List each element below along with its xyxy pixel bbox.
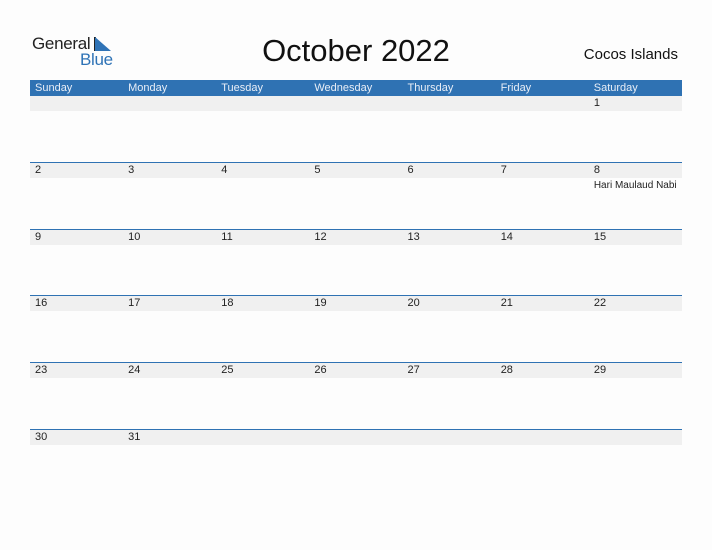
day-number: 16 xyxy=(35,297,48,309)
day-cell[interactable]: 24 xyxy=(123,363,216,428)
day-number: 14 xyxy=(500,231,513,243)
day-cell[interactable]: 8 Hari Maulaud Nabi xyxy=(589,163,682,228)
holiday-label: Hari Maulaud Nabi xyxy=(593,180,677,191)
day-cell[interactable]: 14 xyxy=(496,230,589,295)
day-number: 12 xyxy=(314,231,327,243)
day-number: 26 xyxy=(314,364,327,376)
day-number: 8 xyxy=(593,164,600,176)
day-cell[interactable]: 2 xyxy=(30,163,123,228)
day-number: 24 xyxy=(128,364,141,376)
week-row: 23 24 25 26 27 28 29 xyxy=(30,362,682,428)
day-number: 21 xyxy=(500,297,513,309)
day-number: 29 xyxy=(593,364,607,376)
day-cell xyxy=(403,430,496,495)
weekday-thursday: Thursday xyxy=(407,82,454,94)
day-cell[interactable]: 20 xyxy=(403,296,496,361)
day-cell xyxy=(123,96,216,161)
day-cell[interactable]: 27 xyxy=(403,363,496,428)
day-number: 19 xyxy=(314,297,327,309)
day-cell xyxy=(30,96,123,161)
week-row: 9 10 11 12 13 14 15 xyxy=(30,229,682,295)
day-number: 20 xyxy=(407,297,420,309)
day-number: 23 xyxy=(35,364,48,376)
day-number: 2 xyxy=(35,164,42,176)
day-number: 15 xyxy=(593,231,607,243)
day-number: 11 xyxy=(221,231,233,243)
weekday-friday: Friday xyxy=(500,82,532,94)
day-number: 6 xyxy=(407,164,414,176)
day-cell xyxy=(216,430,309,495)
week-row: 1 xyxy=(30,95,682,161)
day-number: 13 xyxy=(407,231,420,243)
day-number: 27 xyxy=(407,364,420,376)
weekday-header: Sunday Monday Tuesday Wednesday Thursday… xyxy=(30,80,682,96)
day-cell[interactable]: 30 xyxy=(30,430,123,495)
week-row: 2 3 4 5 6 7 8 Hari Maulaud Nabi xyxy=(30,162,682,228)
day-number: 5 xyxy=(314,164,321,176)
day-cell[interactable]: 26 xyxy=(309,363,402,428)
day-cell[interactable]: 5 xyxy=(309,163,402,228)
day-cell[interactable]: 22 xyxy=(589,296,682,361)
day-cell[interactable]: 1 xyxy=(589,96,682,161)
day-number: 7 xyxy=(500,164,507,176)
day-cell[interactable]: 13 xyxy=(403,230,496,295)
weekday-tuesday: Tuesday xyxy=(221,82,264,94)
day-cell xyxy=(309,96,402,161)
day-number: 17 xyxy=(128,297,141,309)
day-cell[interactable]: 7 xyxy=(496,163,589,228)
day-number: 28 xyxy=(500,364,513,376)
day-cell[interactable]: 17 xyxy=(123,296,216,361)
day-cell[interactable]: 31 xyxy=(123,430,216,495)
day-cell[interactable]: 12 xyxy=(309,230,402,295)
weekday-wednesday: Wednesday xyxy=(314,82,373,94)
day-cell[interactable]: 19 xyxy=(309,296,402,361)
day-number: 3 xyxy=(128,164,135,176)
day-cell xyxy=(216,96,309,161)
day-cell xyxy=(309,430,402,495)
day-cell xyxy=(496,430,589,495)
day-number: 10 xyxy=(128,231,141,243)
day-number: 1 xyxy=(593,97,600,109)
week-row: 30 31 xyxy=(30,429,682,495)
day-number: 30 xyxy=(35,431,48,443)
day-number: 25 xyxy=(221,364,234,376)
week-row: 16 17 18 19 20 21 22 xyxy=(30,295,682,361)
weekday-saturday: Saturday xyxy=(593,82,638,94)
weekday-monday: Monday xyxy=(128,82,168,94)
day-cell xyxy=(496,96,589,161)
day-number: 22 xyxy=(593,297,607,309)
day-cell[interactable]: 21 xyxy=(496,296,589,361)
day-number: 31 xyxy=(128,431,141,443)
day-number: 9 xyxy=(35,231,42,243)
day-cell[interactable]: 16 xyxy=(30,296,123,361)
day-number: 4 xyxy=(221,164,228,176)
day-cell[interactable]: 11 xyxy=(216,230,309,295)
day-cell[interactable]: 3 xyxy=(123,163,216,228)
day-cell xyxy=(403,96,496,161)
day-cell[interactable]: 18 xyxy=(216,296,309,361)
day-cell[interactable]: 15 xyxy=(589,230,682,295)
day-cell[interactable]: 4 xyxy=(216,163,309,228)
day-cell[interactable]: 28 xyxy=(496,363,589,428)
day-cell[interactable]: 29 xyxy=(589,363,682,428)
day-cell[interactable]: 6 xyxy=(403,163,496,228)
day-cell xyxy=(589,430,682,495)
day-number: 18 xyxy=(221,297,234,309)
day-cell[interactable]: 25 xyxy=(216,363,309,428)
country-name: Cocos Islands xyxy=(583,46,678,63)
weekday-sunday: Sunday xyxy=(35,82,73,94)
day-cell[interactable]: 10 xyxy=(123,230,216,295)
day-cell[interactable]: 9 xyxy=(30,230,123,295)
day-cell[interactable]: 23 xyxy=(30,363,123,428)
